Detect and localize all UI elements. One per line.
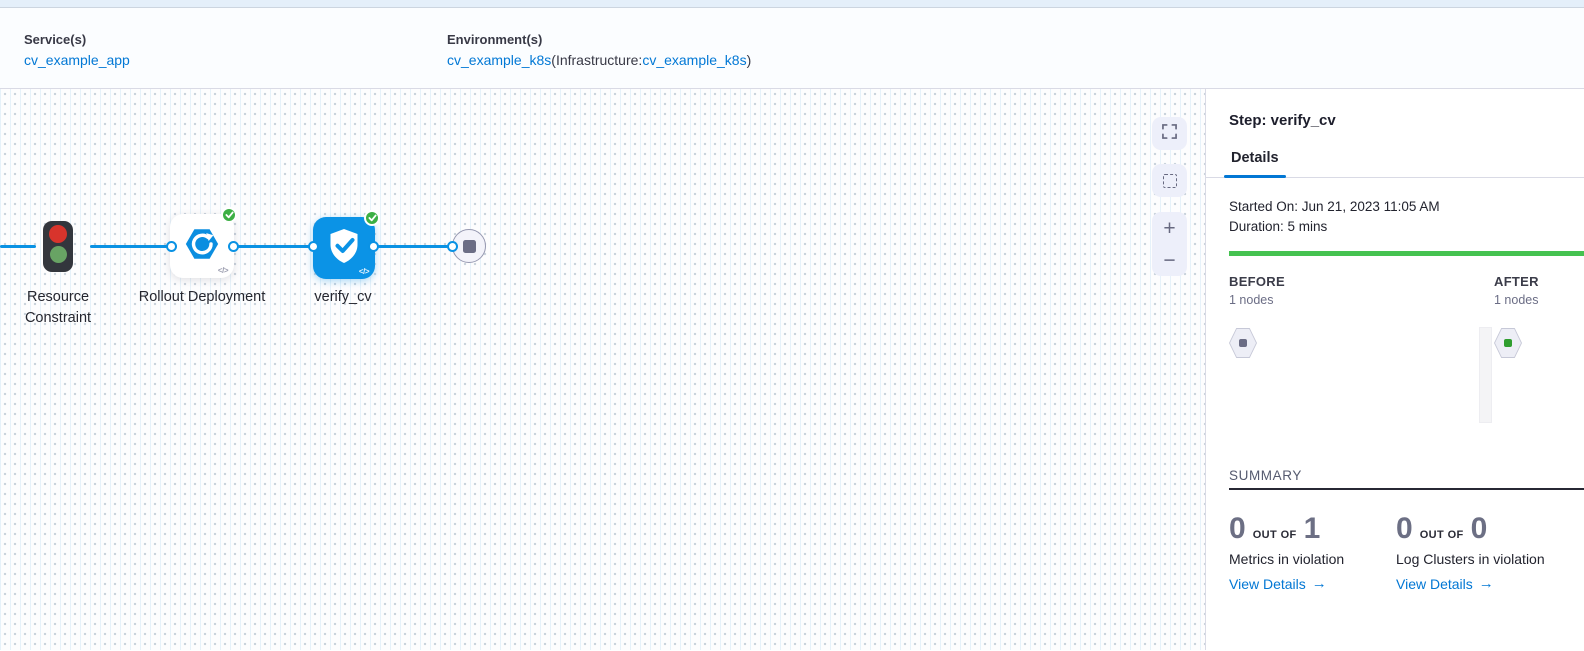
after-label: AFTER xyxy=(1494,274,1539,289)
after-node-hexagon[interactable] xyxy=(1494,328,1522,358)
success-check-badge xyxy=(364,210,380,226)
fullscreen-icon xyxy=(1162,124,1177,144)
service-label: Service(s) xyxy=(24,32,130,47)
logs-total-count: 0 xyxy=(1471,514,1488,544)
node-label-verify-cv: verify_cv xyxy=(278,287,408,308)
pipeline-canvas[interactable]: Resource Constraint </> Rollout Deployme… xyxy=(0,89,1206,650)
port-verify-out xyxy=(368,241,379,252)
arrow-right-icon: → xyxy=(1312,575,1327,592)
node-label-rollout-deployment: Rollout Deployment xyxy=(137,287,267,308)
zoom-in-button[interactable]: + xyxy=(1152,212,1187,244)
node-rollout-deployment[interactable]: </> xyxy=(170,214,234,278)
infrastructure-suffix: ) xyxy=(747,52,752,68)
port-rollout-out xyxy=(228,241,239,252)
step-details-panel: Step: verify_cv Details Started On: Jun … xyxy=(1206,89,1584,650)
edge-rollout-to-verify xyxy=(238,245,310,248)
top-accent-strip xyxy=(0,0,1584,8)
success-check-badge xyxy=(221,207,237,223)
out-of-label: OUT OF xyxy=(1420,529,1464,541)
before-after-comparison: BEFORE 1 nodes AFTER 1 nodes xyxy=(1229,274,1584,464)
infrastructure-link[interactable]: cv_example_k8s xyxy=(642,52,746,68)
shield-check-icon xyxy=(324,226,364,271)
selection-button[interactable] xyxy=(1152,164,1187,197)
rollout-deployment-icon xyxy=(183,225,221,268)
environment-link[interactable]: cv_example_k8s xyxy=(447,52,551,68)
panel-tabs: Details xyxy=(1206,150,1584,178)
fullscreen-button[interactable] xyxy=(1152,117,1187,150)
after-node-count: 1 nodes xyxy=(1494,293,1539,307)
log-clusters-summary: 0 OUT OF 0 Log Clusters in violation Vie… xyxy=(1396,514,1563,592)
node-status-icon xyxy=(1504,339,1512,347)
plus-icon: + xyxy=(1163,218,1175,239)
duration-text: Duration: 5 mins xyxy=(1229,217,1584,237)
arrow-right-icon: → xyxy=(1479,575,1494,592)
summary-divider xyxy=(1229,488,1584,490)
edge-incoming xyxy=(0,245,36,248)
logs-description: Log Clusters in violation xyxy=(1396,551,1563,567)
node-verify-cv[interactable]: </> xyxy=(313,217,375,279)
logs-view-details-link[interactable]: View Details → xyxy=(1396,575,1563,592)
before-node-count: 1 nodes xyxy=(1229,293,1285,307)
environment-block: Environment(s) cv_example_k8s(Infrastruc… xyxy=(447,32,751,68)
code-icon: </> xyxy=(218,266,228,275)
edge-constraint-to-rollout xyxy=(90,245,168,248)
before-column: BEFORE 1 nodes xyxy=(1229,274,1285,358)
before-node-hexagon[interactable] xyxy=(1229,328,1257,358)
node-label-resource-constraint: Resource Constraint xyxy=(0,287,123,329)
service-link[interactable]: cv_example_app xyxy=(24,52,130,68)
marquee-select-icon xyxy=(1163,174,1177,188)
metrics-description: Metrics in violation xyxy=(1229,551,1396,567)
port-verify-in xyxy=(308,241,319,252)
service-block: Service(s) cv_example_app xyxy=(24,32,130,68)
traffic-light-red-icon xyxy=(49,225,67,243)
panel-title: Step: verify_cv xyxy=(1229,112,1584,129)
traffic-light-green-icon xyxy=(50,246,67,263)
execution-context-header: Service(s) cv_example_app Environment(s)… xyxy=(0,8,1584,89)
out-of-label: OUT OF xyxy=(1253,529,1297,541)
before-label: BEFORE xyxy=(1229,274,1285,289)
environment-label: Environment(s) xyxy=(447,32,751,47)
zoom-out-button[interactable]: − xyxy=(1152,244,1187,276)
code-icon: </> xyxy=(359,267,369,276)
started-on-text: Started On: Jun 21, 2023 11:05 AM xyxy=(1229,197,1584,217)
after-column: AFTER 1 nodes xyxy=(1494,274,1539,358)
tab-details[interactable]: Details xyxy=(1224,150,1286,177)
stop-square-icon xyxy=(463,240,476,253)
summary-heading: SUMMARY xyxy=(1229,468,1584,483)
comparison-divider xyxy=(1479,327,1492,423)
edge-verify-to-end xyxy=(378,245,448,248)
metrics-violation-count: 0 xyxy=(1229,514,1246,544)
metrics-total-count: 1 xyxy=(1304,514,1321,544)
node-resource-constraint[interactable] xyxy=(43,221,73,272)
metrics-view-details-link[interactable]: View Details → xyxy=(1229,575,1396,592)
minus-icon: − xyxy=(1163,250,1175,271)
verification-progress-bar xyxy=(1229,251,1584,256)
infrastructure-prefix: (Infrastructure: xyxy=(551,52,642,68)
logs-violation-count: 0 xyxy=(1396,514,1413,544)
metrics-summary: 0 OUT OF 1 Metrics in violation View Det… xyxy=(1229,514,1396,592)
node-status-icon xyxy=(1239,339,1247,347)
port-end-in xyxy=(447,241,458,252)
port-rollout-in xyxy=(166,241,177,252)
zoom-controls: + − xyxy=(1152,212,1187,276)
